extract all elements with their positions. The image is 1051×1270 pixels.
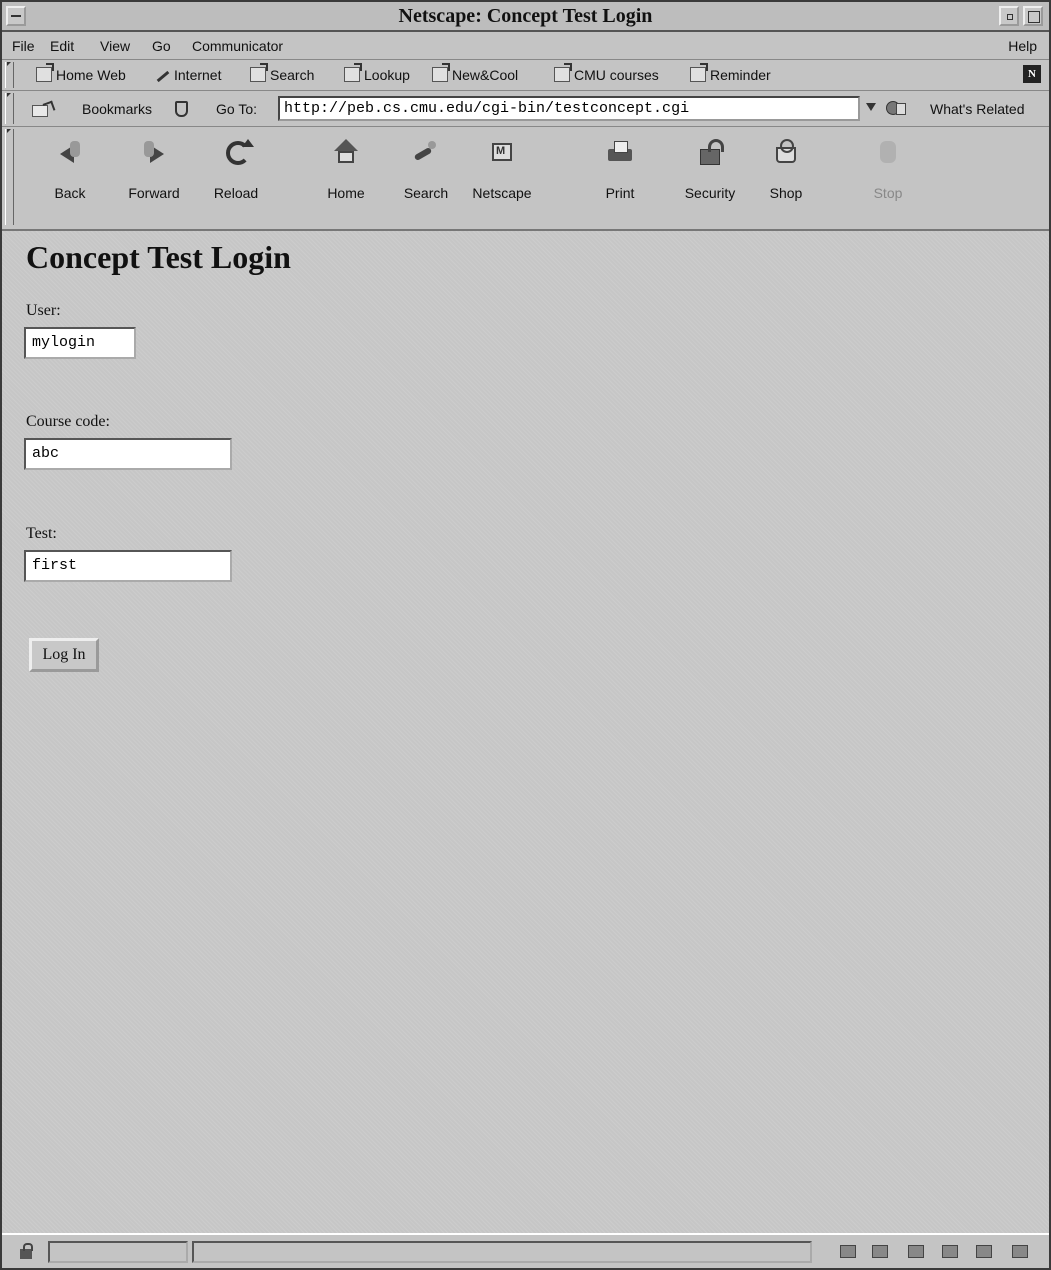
bookmark-label: New&Cool [452,67,519,83]
whats-related-icon[interactable] [884,99,906,117]
bookmark-folder-icon [432,67,448,82]
menu-edit[interactable]: Edit [50,38,74,54]
netscape-label: Netscape [472,185,532,201]
bookmark-search[interactable]: Search [250,67,314,83]
course-code-label: Course code: [26,413,110,430]
personal-toolbar-handle[interactable] [5,62,14,88]
reload-button[interactable]: Reload [196,133,276,223]
goto-label: Go To: [216,101,257,117]
bookmark-label: Home Web [56,67,126,83]
back-button[interactable]: Back [30,133,110,223]
location-toolbar-handle[interactable] [5,93,14,124]
url-input[interactable]: http://peb.cs.cmu.edu/cgi-bin/testconcep… [278,96,860,121]
bookmark-lookup[interactable]: Lookup [344,67,410,83]
security-button[interactable]: Security [670,133,750,223]
maximize-button[interactable] [1023,6,1043,26]
bookmark-label: Search [270,67,315,83]
discussions-icon[interactable] [940,1243,960,1259]
bookmark-internet[interactable]: Internet [154,67,221,83]
padlock-icon [694,137,726,169]
composer-icon[interactable] [1010,1243,1030,1259]
status-message [192,1241,812,1263]
login-button[interactable]: Log In [29,638,99,672]
bookmark-folder-icon [690,67,706,82]
bookmarks-button[interactable]: Bookmarks [82,101,152,117]
pen-icon [154,69,170,82]
stop-icon [872,137,904,169]
menu-view[interactable]: View [100,38,130,54]
shop-label: Shop [769,185,803,201]
search-button[interactable]: Search [386,133,466,223]
offline-indicator-icon[interactable] [838,1243,858,1259]
menu-help[interactable]: Help [1008,38,1037,54]
reload-label: Reload [213,185,259,201]
bookmark-cmu-courses[interactable]: CMU courses [554,67,659,83]
user-input[interactable]: mylogin [24,327,136,359]
stop-button[interactable]: Stop [848,133,928,223]
search-label: Search [403,185,449,201]
test-input[interactable]: first [24,550,232,582]
shopping-bag-icon [770,137,802,169]
bookmarks-icon[interactable] [32,102,54,117]
home-label: Home [327,185,365,201]
bookmark-label: CMU courses [574,67,659,83]
navigator-icon[interactable] [870,1243,890,1259]
netscape-button[interactable]: Netscape [462,133,542,223]
page-title: Concept Test Login [26,239,291,275]
bookmark-reminder[interactable]: Reminder [690,67,771,83]
back-arrow-icon [54,137,86,169]
test-label: Test: [26,525,57,542]
title-bar[interactable]: Netscape: Concept Test Login [2,2,1049,32]
back-label: Back [54,185,86,201]
page-content: Concept Test Login User: mylogin Course … [2,231,1049,1233]
browser-window: Netscape: Concept Test Login File Edit V… [0,0,1051,1270]
menu-file[interactable]: File [12,38,35,54]
bookmark-folder-icon [36,67,52,82]
forward-label: Forward [128,185,180,201]
reload-icon [220,137,254,169]
shop-button[interactable]: Shop [746,133,826,223]
course-code-input[interactable]: abc [24,438,232,470]
security-lock-icon[interactable] [20,1243,38,1259]
home-button[interactable]: Home [306,133,386,223]
user-label: User: [26,302,61,319]
netscape-icon [486,137,518,169]
status-bar [2,1233,1049,1268]
menu-go[interactable]: Go [152,38,171,54]
navigation-toolbar-handle[interactable] [5,129,14,225]
stop-label: Stop [873,185,903,201]
url-dropdown-icon[interactable] [866,103,876,111]
whats-related-button[interactable]: What's Related [930,101,1025,117]
navigation-toolbar: Back Forward Reload Home Search Netscape… [2,127,1049,231]
bookmark-label: Reminder [710,67,771,83]
minimize-button[interactable] [999,6,1019,26]
forward-arrow-icon [138,137,170,169]
bookmark-new-cool[interactable]: New&Cool [432,67,518,83]
mailbox-icon[interactable] [906,1243,926,1259]
forward-button[interactable]: Forward [114,133,194,223]
location-toolbar: Bookmarks Go To: http://peb.cs.cmu.edu/c… [2,91,1049,127]
menu-communicator[interactable]: Communicator [192,38,283,54]
bookmark-label: Internet [174,67,222,83]
bookmark-label: Lookup [364,67,410,83]
menu-bar: File Edit View Go Communicator Help [2,32,1049,60]
print-label: Print [605,185,635,201]
page-proxy-icon[interactable] [172,99,188,117]
search-icon [410,137,442,169]
personal-toolbar: Home Web Internet Search Lookup New&Cool… [2,60,1049,91]
printer-icon [604,137,636,169]
address-book-icon[interactable] [974,1243,994,1259]
netscape-logo-icon[interactable]: N [1023,65,1041,83]
security-label: Security [684,185,736,201]
progress-bar [48,1241,188,1263]
print-button[interactable]: Print [580,133,660,223]
window-title: Netscape: Concept Test Login [398,5,653,27]
bookmark-folder-icon [554,67,570,82]
bookmark-home-web[interactable]: Home Web [36,67,126,83]
home-icon [330,137,362,169]
bookmark-folder-icon [344,67,360,82]
bookmark-folder-icon [250,67,266,82]
